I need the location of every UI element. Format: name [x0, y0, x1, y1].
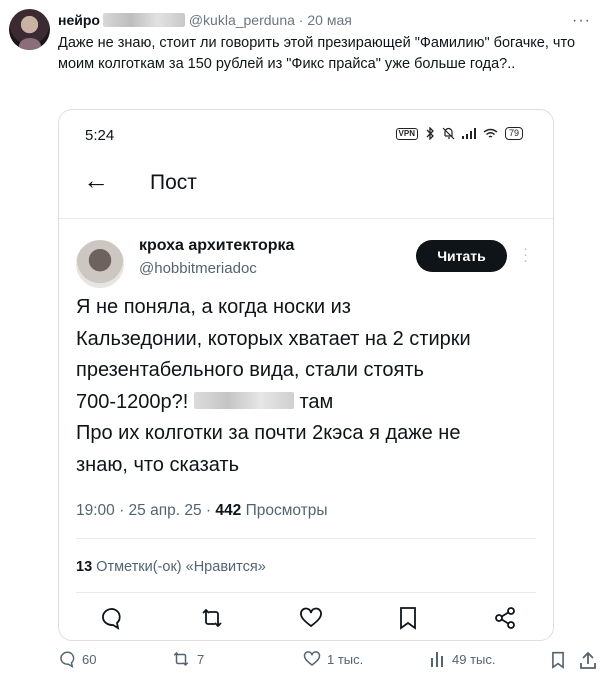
bookmark-icon[interactable] — [550, 651, 566, 669]
header-separator: · — [298, 12, 304, 28]
views-icon — [431, 652, 443, 667]
outer-date[interactable]: 20 мая — [307, 12, 351, 28]
blurred-name-part — [102, 13, 185, 27]
outer-avatar[interactable] — [9, 9, 50, 50]
inner-post-text: Я не поняла, а когда носки из Кальзедони… — [76, 292, 546, 481]
like-action[interactable]: 1 тыс. — [303, 650, 363, 668]
retweet-action[interactable]: 7 — [171, 650, 204, 668]
heart-icon[interactable] — [299, 606, 323, 630]
retweet-icon[interactable] — [199, 606, 225, 630]
battery-icon: 79 — [504, 127, 523, 140]
outer-tweet: нейро @kukla_perduna · 20 мая ··· Даже н… — [0, 0, 608, 680]
outer-action-bar: 60 7 1 тыс. 49 тыс. — [58, 650, 598, 674]
views-count-outer: 49 тыс. — [452, 651, 496, 667]
mute-icon — [442, 127, 455, 140]
post-line: 700-1200р?! там — [76, 387, 546, 419]
post-meta: 19:00 · 25 апр. 25 · 442 Просмотры — [76, 502, 328, 520]
blurred-word — [193, 391, 294, 409]
divider — [76, 538, 536, 539]
wifi-icon — [483, 128, 498, 138]
status-time: 5:24 — [85, 127, 115, 144]
bookmark-icon[interactable] — [397, 606, 419, 630]
outer-author-name[interactable]: нейро — [58, 12, 100, 28]
views-action[interactable]: 49 тыс. — [430, 650, 495, 668]
inner-avatar[interactable] — [76, 240, 124, 288]
reply-icon — [60, 651, 75, 668]
post-line: презентабельного вида, стали стоять — [76, 359, 424, 381]
post-time: 19:00 · 25 апр. 25 · — [76, 502, 212, 519]
status-icons: VPN 79 — [395, 127, 523, 140]
outer-handle[interactable]: @kukla_perduna — [189, 12, 295, 28]
share-icon[interactable] — [493, 606, 517, 630]
post-line: Кальзедонии, которых хватает на 2 стирки — [76, 327, 471, 350]
post-line: Я не поняла, а когда носки из — [76, 296, 351, 318]
bluetooth-icon — [426, 127, 434, 140]
post-line-part: там — [299, 390, 334, 413]
post-line: Про их колготки за почти 2кэса я даже не — [76, 422, 461, 444]
outer-tweet-header: нейро @kukla_perduna · 20 мая — [58, 11, 352, 29]
outer-tweet-text: Даже не знаю, стоит ли говорить этой пре… — [58, 35, 576, 72]
page-title: Пост — [150, 171, 197, 194]
reply-count: 60 — [82, 651, 97, 667]
follow-button[interactable]: Читать — [416, 240, 507, 272]
divider — [59, 218, 553, 219]
likes-count: 13 — [76, 559, 93, 575]
more-options-icon[interactable]: ··· — [572, 12, 591, 30]
vpn-icon: VPN — [395, 127, 418, 140]
inner-action-bar — [89, 606, 529, 636]
signal-icon — [461, 128, 476, 139]
retweet-icon — [173, 651, 189, 667]
reply-action[interactable]: 60 — [58, 650, 96, 668]
reply-icon[interactable] — [99, 606, 123, 630]
post-line: знаю, что сказать — [76, 453, 240, 476]
likes-summary[interactable]: 13 Отметки(-ок) «Нравится» — [76, 559, 266, 575]
share-icon[interactable] — [580, 651, 596, 669]
like-count: 1 тыс. — [327, 651, 364, 667]
views-count: 442 — [215, 502, 242, 519]
post-line-part: 700-1200р?! — [76, 390, 189, 413]
inner-handle[interactable]: @hobbitmeriadoc — [139, 260, 257, 277]
inner-author-name[interactable]: кроха архитекторка — [139, 237, 294, 255]
views-label: Просмотры — [245, 502, 328, 519]
embedded-screenshot: 5:24 VPN 79 ← Пост кроха архитекторка @h… — [58, 109, 554, 641]
likes-label: Отметки(-ок) «Нравится» — [96, 559, 266, 575]
heart-icon — [303, 651, 321, 666]
kebab-menu-icon[interactable]: · · · — [523, 241, 528, 268]
back-arrow-icon[interactable]: ← — [83, 165, 109, 195]
divider — [76, 592, 536, 593]
retweet-count: 7 — [197, 651, 205, 667]
